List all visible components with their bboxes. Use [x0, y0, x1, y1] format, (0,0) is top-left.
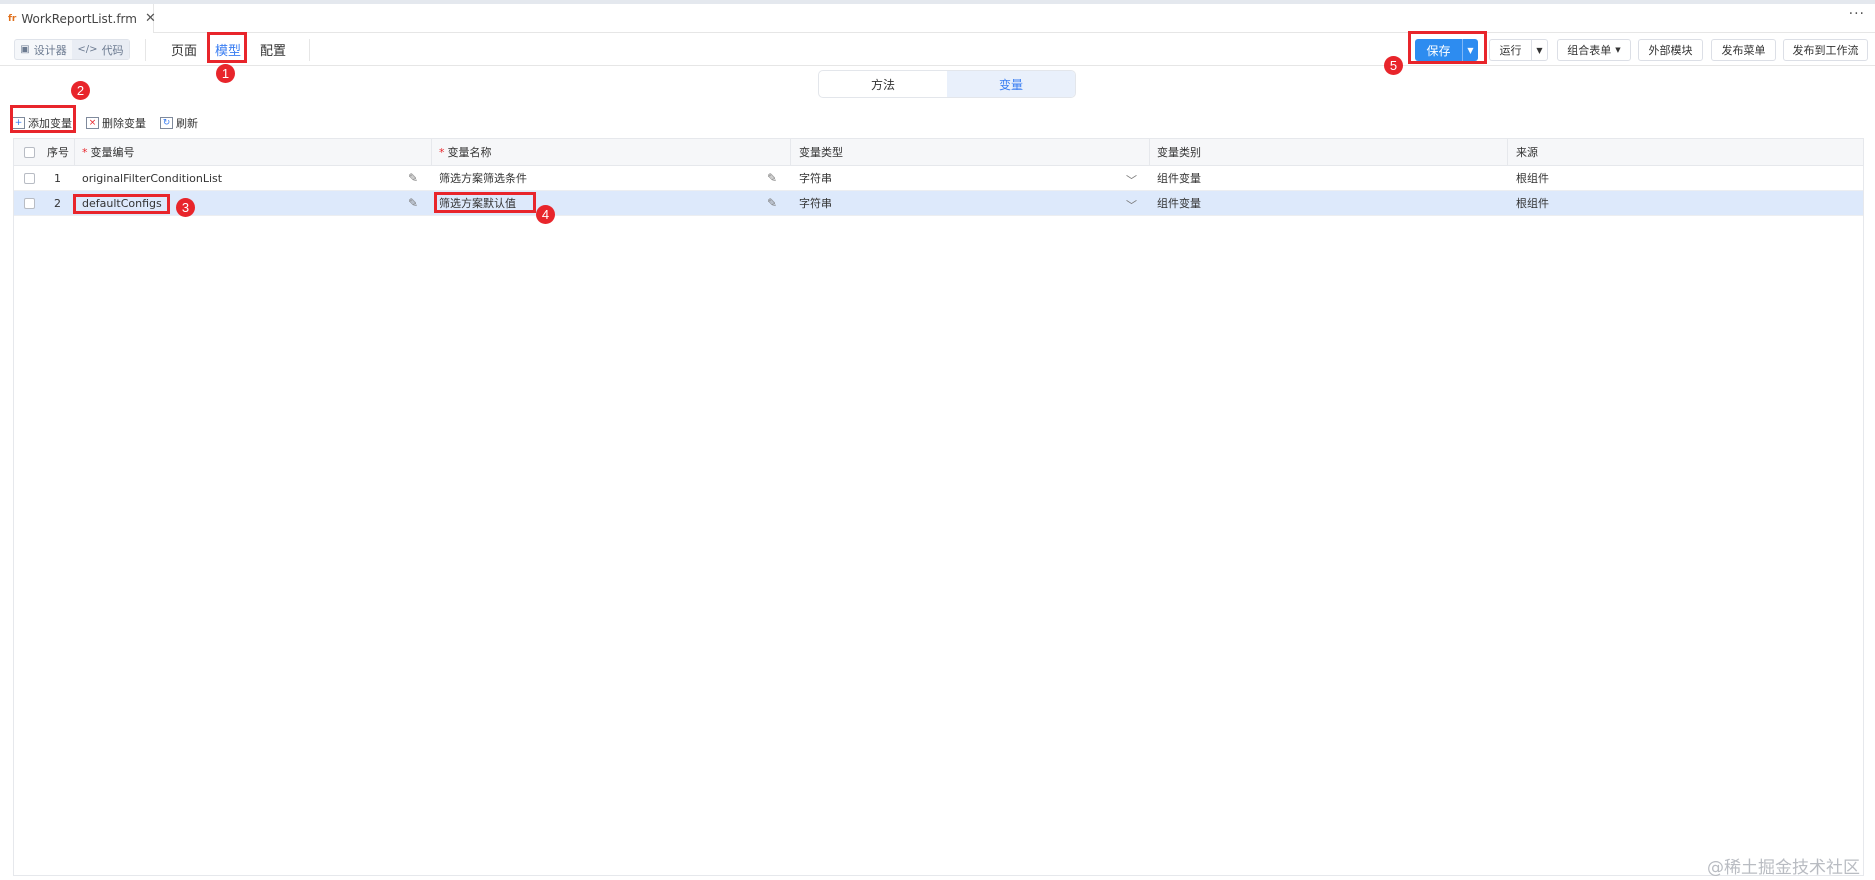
variables-table: 序号 * 变量编号 * 变量名称 变量类型 变量类别 来源 1 originalFi… — [13, 138, 1864, 876]
header-type: 变量类型 — [799, 146, 843, 159]
column-separator[interactable] — [1149, 139, 1150, 166]
tab-methods[interactable]: 方法 — [819, 71, 947, 97]
frm-file-icon: fr — [8, 13, 17, 24]
combo-form-label: 组合表单 — [1567, 44, 1612, 57]
run-dropdown-chevron-icon[interactable]: ▼ — [1531, 39, 1548, 61]
header-index: 序号 — [47, 146, 69, 159]
delete-variable-label: 删除变量 — [102, 117, 146, 130]
delete-variable-button[interactable]: × 删除变量 — [86, 115, 146, 131]
header-source: 来源 — [1516, 146, 1538, 159]
external-module-button[interactable]: 外部模块 — [1638, 39, 1703, 61]
publish-menu-button[interactable]: 发布菜单 — [1711, 39, 1776, 61]
variable-type-select[interactable]: 字符串 — [799, 166, 832, 190]
code-icon: </> — [77, 44, 98, 55]
file-tab-bar: fr WorkReportList.frm ✕ ··· — [0, 4, 1875, 33]
header-select-all[interactable] — [24, 139, 35, 165]
layout-icon: ▣ — [20, 44, 30, 55]
highlight-box-model-tab — [207, 32, 247, 63]
edit-pencil-icon[interactable]: ✎ — [767, 171, 777, 185]
combo-form-button[interactable]: 组合表单 ▼ — [1557, 39, 1631, 61]
chevron-down-icon[interactable]: ﹀ — [1126, 197, 1137, 213]
tab-config[interactable]: 配置 — [260, 33, 286, 66]
column-separator[interactable] — [790, 139, 791, 166]
annotation-badge: 1 — [216, 64, 235, 83]
watermark: @稀土掘金技术社区 — [1707, 858, 1860, 878]
variable-source: 根组件 — [1516, 172, 1549, 185]
tab-page[interactable]: 页面 — [171, 33, 197, 66]
header-name-label: 变量名称 — [447, 146, 492, 159]
column-separator[interactable] — [431, 139, 432, 166]
row-checkbox[interactable] — [24, 197, 35, 209]
highlight-box-save — [1408, 31, 1487, 64]
annotation-badge: 5 — [1384, 56, 1403, 75]
header-name: * 变量名称 — [439, 145, 492, 160]
divider — [309, 39, 310, 61]
highlight-box-variable-code — [73, 194, 170, 214]
table-row[interactable]: 1 originalFilterConditionList ✎ 筛选方案筛选条件… — [14, 166, 1863, 191]
variable-category: 组件变量 — [1157, 172, 1201, 185]
divider — [145, 39, 146, 61]
header-code: * 变量编号 — [82, 145, 135, 160]
edit-pencil-icon[interactable]: ✎ — [767, 196, 777, 210]
variable-code-field[interactable]: originalFilterConditionList — [82, 166, 222, 190]
variable-name-field[interactable]: 筛选方案筛选条件 — [439, 166, 527, 190]
row-checkbox[interactable] — [24, 172, 35, 184]
method-variable-switch: 方法 变量 — [818, 70, 1076, 98]
table-header: 序号 * 变量编号 * 变量名称 变量类型 变量类别 来源 — [14, 139, 1863, 166]
close-icon[interactable]: ✕ — [145, 11, 156, 26]
editor-toolbar: ▣ 设计器 </> 代码 页面 模型 配置 保存 ▼ 运行 ▼ 组合表单 ▼ 外… — [0, 33, 1875, 66]
run-button[interactable]: 运行 — [1489, 39, 1531, 61]
table-row[interactable]: 2 defaultConfigs ✎ 筛选方案默认值 ✎ 字符串 ﹀ 组件变量 … — [14, 191, 1863, 216]
designer-view-button[interactable]: ▣ 设计器 — [15, 40, 72, 59]
chevron-down-icon: ▼ — [1615, 46, 1621, 54]
select-all-checkbox[interactable] — [24, 146, 35, 158]
highlight-box-add-variable — [10, 105, 76, 133]
row-index: 2 — [54, 196, 61, 210]
header-category: 变量类别 — [1157, 146, 1201, 159]
row-index: 1 — [54, 171, 61, 185]
header-code-label: 变量编号 — [90, 146, 135, 159]
column-separator[interactable] — [1507, 139, 1508, 166]
variable-category: 组件变量 — [1157, 197, 1201, 210]
annotation-badge: 4 — [536, 205, 555, 224]
edit-pencil-icon[interactable]: ✎ — [408, 171, 418, 185]
variable-source: 根组件 — [1516, 197, 1549, 210]
chevron-down-icon[interactable]: ﹀ — [1126, 172, 1137, 188]
view-switch: ▣ 设计器 </> 代码 — [14, 39, 130, 60]
variable-type-select[interactable]: 字符串 — [799, 191, 832, 215]
designer-label: 设计器 — [33, 43, 67, 57]
tab-variables[interactable]: 变量 — [947, 71, 1075, 97]
code-label: 代码 — [101, 43, 124, 57]
publish-workflow-button[interactable]: 发布到工作流 — [1783, 39, 1868, 61]
refresh-label: 刷新 — [176, 117, 198, 130]
file-tab-label: WorkReportList.frm — [21, 11, 137, 26]
file-tab[interactable]: fr WorkReportList.frm ✕ — [0, 4, 156, 33]
delete-variable-icon: × — [86, 117, 99, 129]
edit-pencil-icon[interactable]: ✎ — [408, 196, 418, 210]
code-view-button[interactable]: </> 代码 — [72, 40, 129, 59]
refresh-icon: ↻ — [160, 117, 173, 129]
highlight-box-variable-name — [434, 192, 536, 213]
refresh-button[interactable]: ↻ 刷新 — [160, 115, 198, 131]
annotation-badge: 2 — [71, 81, 90, 100]
annotation-badge: 3 — [176, 198, 195, 217]
more-options-icon[interactable]: ··· — [1849, 6, 1865, 22]
column-separator — [74, 139, 75, 166]
